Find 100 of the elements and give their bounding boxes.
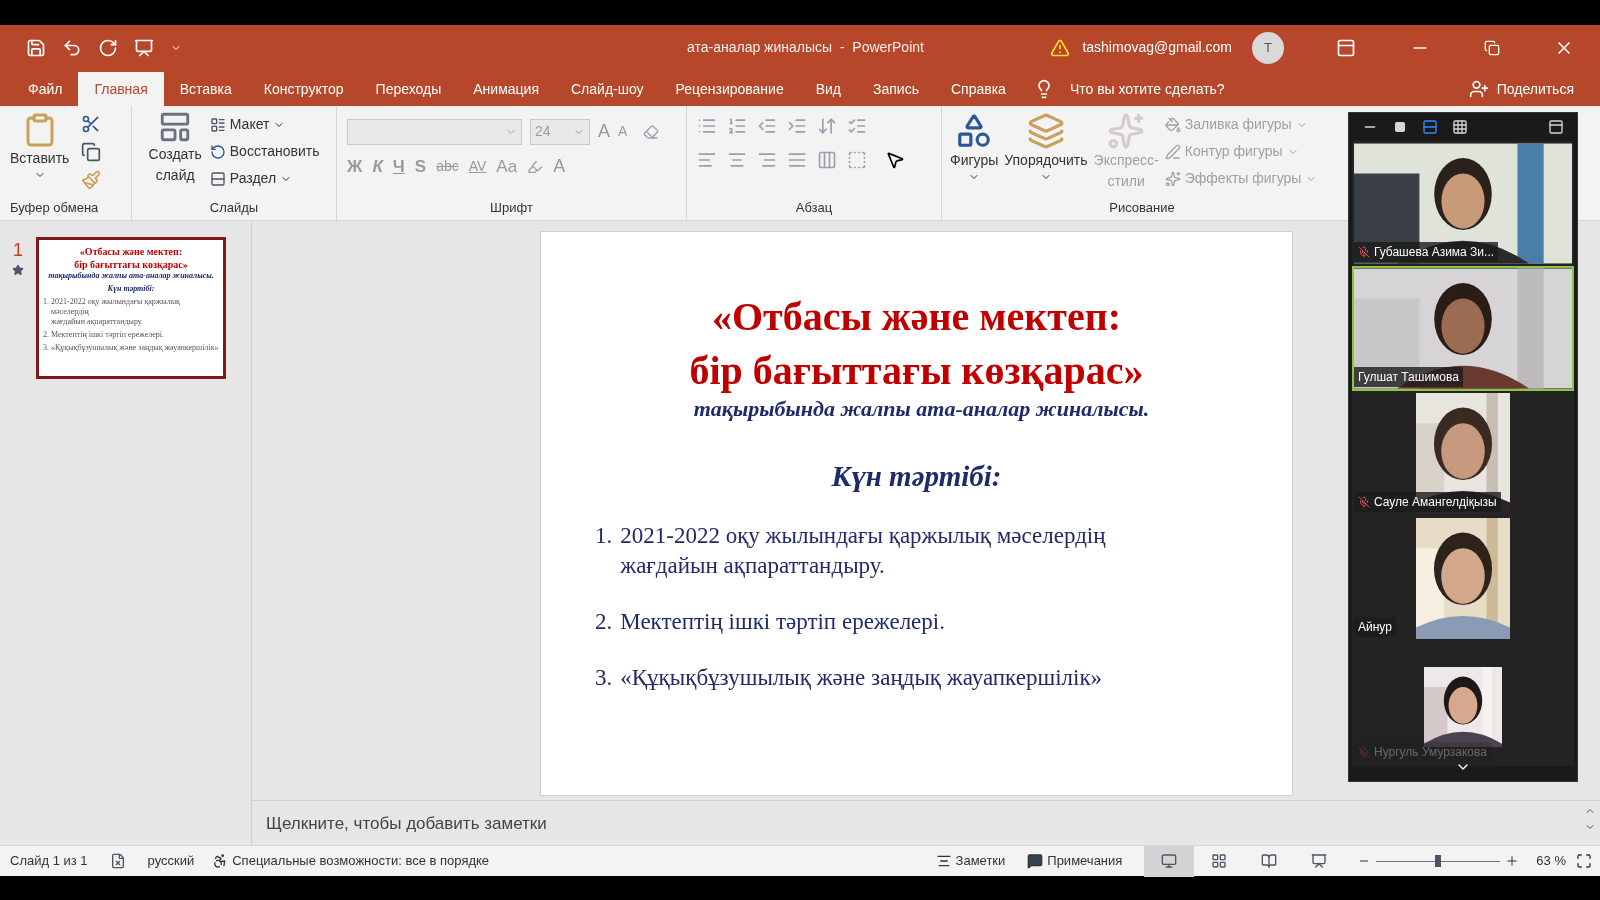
reset-icon <box>209 143 226 160</box>
group-label: Рисование <box>1109 198 1175 217</box>
participant-name: Нургуль Умурзакова <box>1374 744 1487 761</box>
layout-button[interactable]: Макет <box>209 114 320 135</box>
slide-subtitle: тақырыбында жалпы ата-аналар жиналысы. <box>48 271 214 281</box>
zoom-slider-thumb[interactable] <box>1435 855 1442 867</box>
ribbon-tab[interactable]: Файл <box>12 72 79 106</box>
participant-name: Губашева Азима Зи... <box>1374 244 1495 261</box>
save-icon[interactable] <box>26 37 46 58</box>
section-button[interactable]: Раздел <box>209 168 320 189</box>
animation-star-icon <box>12 264 24 276</box>
account-avatar[interactable]: T <box>1252 31 1284 64</box>
slide-counter: Слайд 1 из 1 <box>10 852 88 871</box>
agenda-item: Мектептің ішкі тәртіп ережелері. <box>51 330 164 340</box>
paint-bucket-icon <box>1164 116 1181 133</box>
list-number: 1. <box>595 521 613 550</box>
list-number: 3. <box>595 663 613 692</box>
shapes-button[interactable]: Фигуры <box>950 112 999 198</box>
normal-view-icon <box>1161 853 1178 869</box>
ribbon-tab[interactable]: Анимация <box>457 72 555 106</box>
reset-button[interactable]: Восстановить <box>209 141 320 162</box>
agenda-item: Мектептің ішкі тәртіп ережелері. <box>620 607 945 636</box>
slide-thumbnail[interactable] <box>36 237 226 379</box>
muted-mic-icon <box>1358 246 1370 258</box>
group-label: Шрифт <box>490 198 533 217</box>
agenda-heading: Күн тәртібі: <box>831 459 1002 494</box>
zoom-slider[interactable] <box>1376 854 1501 868</box>
group-label: Слайды <box>209 198 259 217</box>
ribbon-tab[interactable]: Вид <box>799 72 857 106</box>
group-label: Буфер обмена <box>10 198 100 217</box>
list-number: 2. <box>43 330 49 340</box>
ribbon-tab[interactable]: Главная <box>78 72 164 106</box>
copy-icon[interactable] <box>81 142 102 162</box>
agenda-heading: Күн тәртібі: <box>107 284 155 294</box>
paste-button[interactable]: Вставить <box>10 112 70 198</box>
list-number: 2. <box>595 607 613 636</box>
lines-icon <box>935 853 952 869</box>
spelling-icon[interactable] <box>109 853 126 869</box>
ribbon-tab[interactable]: Переходы <box>359 72 458 106</box>
reading-view-icon <box>1261 853 1278 869</box>
slideshow-icon[interactable] <box>134 37 154 58</box>
slideshow-icon <box>1311 853 1328 869</box>
zoom-level[interactable]: 63 % <box>1536 851 1566 871</box>
font-name-field[interactable] <box>347 118 522 145</box>
new-slide-button[interactable]: Создать слайд <box>148 110 202 198</box>
window-title: ата-аналар жиналысы - PowerPoint <box>687 38 924 57</box>
ribbon-tab[interactable]: Запись <box>857 72 935 106</box>
account-email[interactable]: tashimovag@gmail.com <box>1082 37 1232 58</box>
pen-icon <box>1164 143 1181 160</box>
sparkles-icon <box>1164 170 1181 187</box>
agenda-item: жағдайын ақпараттандыру. <box>620 551 886 580</box>
mouse-pointer-icon <box>885 150 905 170</box>
participant-name: Айнур <box>1358 619 1392 636</box>
arrange-button[interactable]: Упорядочить <box>1004 112 1088 198</box>
restore-icon[interactable] <box>1484 39 1500 56</box>
comments-button[interactable]: Примечания <box>1027 851 1123 871</box>
speaker-view-icon[interactable] <box>1392 121 1408 133</box>
slide-subtitle: тақырыбында жалпы ата-аналар жиналысы. <box>693 395 1150 423</box>
notes-field[interactable]: Щелкните, чтобы добавить заметки <box>252 801 1580 845</box>
sparkles-icon <box>1107 112 1146 150</box>
tell-me-field[interactable]: Что вы хотите сделать? <box>1069 78 1225 100</box>
slide-number: 1 <box>13 239 23 262</box>
slide-sorter-icon <box>1211 853 1228 869</box>
agenda-item: жағдайын ақпараттандыру. <box>51 317 144 327</box>
strip-view-icon[interactable] <box>1422 119 1438 135</box>
muted-mic-icon <box>1358 746 1370 758</box>
agenda-item: «Құқықбұзушылық және заңдық жауапкершілік» <box>620 663 1103 692</box>
gallery-view-icon[interactable] <box>1452 119 1468 135</box>
accessibility-button[interactable]: Специальные возможности: все в порядке <box>212 851 490 871</box>
ribbon-tab[interactable]: Рецензирование <box>659 72 800 106</box>
ribbon-display-icon[interactable] <box>1336 37 1356 58</box>
layout-icon <box>209 116 226 133</box>
muted-mic-icon <box>1358 496 1370 508</box>
exit-panel-icon[interactable] <box>1548 119 1564 135</box>
slide-title: бір бағыттағы көзқарас» <box>74 258 188 271</box>
slide-title: «Отбасы және мектеп: <box>79 246 183 259</box>
fit-slide-icon[interactable] <box>1576 853 1592 869</box>
undo-icon[interactable] <box>62 37 82 58</box>
agenda-item: 2021-2022 оқу жылындағы қаржылық мәселердің <box>620 521 1106 550</box>
group-label: Абзац <box>795 198 833 217</box>
ribbon-tab[interactable]: Вставка <box>163 72 248 106</box>
person-icon <box>1468 79 1489 99</box>
slide-title: «Отбасы және мектеп: <box>711 293 1122 341</box>
comment-icon <box>1027 853 1044 869</box>
notes-button[interactable]: Заметки <box>935 851 1006 871</box>
redo-icon[interactable] <box>98 37 118 58</box>
warning-icon[interactable] <box>1050 37 1071 58</box>
section-icon <box>209 170 226 187</box>
share-button[interactable]: Поделиться <box>1468 72 1588 106</box>
slide-title: бір бағыттағы көзқарас» <box>689 347 1144 395</box>
agenda-item: «Құқықбұзушылық және заңдық жауапкершілік» <box>51 343 219 353</box>
ribbon-tab[interactable]: Слайд-шоу <box>555 72 660 106</box>
list-number: 3. <box>43 343 49 353</box>
ribbon-tab[interactable]: Конструктор <box>247 72 360 106</box>
list-number: 1. <box>43 297 49 308</box>
language-label[interactable]: русский <box>147 851 195 871</box>
participant-name: Сауле Амангелдіқызы <box>1374 494 1497 511</box>
participant-name: Гулшат Ташимова <box>1358 369 1459 386</box>
ribbon-tab[interactable]: Справка <box>934 72 1022 106</box>
layers-icon <box>1026 112 1065 150</box>
